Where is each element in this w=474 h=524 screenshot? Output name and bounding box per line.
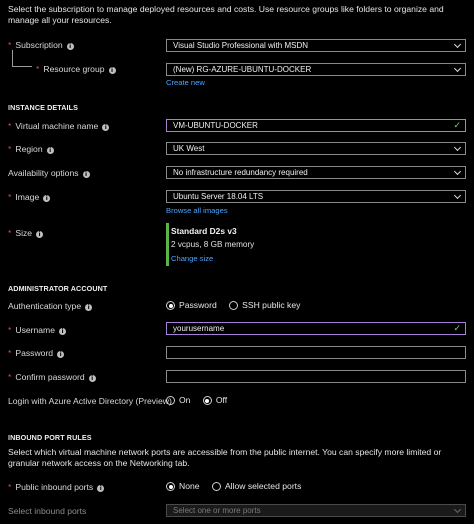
vm-name-input[interactable]: VM-UBUNTU-DOCKER ✓ [166,119,466,132]
chevron-down-icon [453,505,462,514]
info-icon[interactable]: i [82,171,90,178]
radio-selected-icon [202,396,212,405]
subscription-select[interactable]: Visual Studio Professional with MSDN [166,39,466,52]
browse-images-link[interactable]: Browse all images [166,206,228,215]
info-icon[interactable]: i [43,195,51,202]
checkmark-icon: ✓ [453,323,461,333]
subscription-label: * Subscription i [8,40,74,50]
select-ports-label: Select inbound ports [8,506,87,516]
aad-off-option[interactable]: Off [202,395,227,405]
info-icon[interactable]: i [66,43,74,50]
info-icon[interactable]: i [97,485,105,492]
chevron-down-icon [453,64,462,73]
radio-selected-icon [166,482,175,491]
auth-type-radio-group: Password SSH public key [166,300,310,310]
username-label: * Username i [8,325,67,335]
required-marker: * [8,482,12,492]
availability-label: Availability options i [8,168,90,178]
password-input[interactable] [166,346,466,359]
info-icon[interactable]: i [108,67,116,74]
region-select[interactable]: UK West [166,142,466,155]
required-marker: * [8,325,12,335]
required-marker: * [8,192,12,202]
info-icon[interactable]: i [59,328,67,335]
required-marker: * [8,40,12,50]
info-icon[interactable]: i [46,147,54,154]
public-ports-radio-group: None Allow selected ports [166,481,311,491]
inbound-description: Select which virtual machine network por… [8,447,442,468]
tree-connector [12,66,32,67]
auth-ssh-option[interactable]: SSH public key [229,300,300,310]
image-label: * Image i [8,192,51,202]
required-marker: * [8,348,12,358]
size-name: Standard D2s v3 [171,226,237,236]
ports-allow-selected-option[interactable]: Allow selected ports [211,481,301,491]
info-icon[interactable]: i [88,375,96,382]
auth-password-option[interactable]: Password [166,300,217,310]
radio-unselected-icon [211,482,221,491]
radio-unselected-icon [166,396,175,405]
chevron-down-icon [453,191,462,200]
password-label: * Password i [8,348,65,358]
info-icon[interactable]: i [36,231,44,238]
required-marker: * [8,372,12,382]
aad-login-radio-group: On Off [166,395,237,405]
public-ports-label: * Public inbound ports i [8,482,105,492]
availability-select[interactable]: No infrastructure redundancy required [166,166,466,179]
intro-text: Select the subscription to manage deploy… [8,4,444,25]
change-size-link[interactable]: Change size [171,254,213,263]
auth-type-label: Authentication type i [8,301,93,311]
info-icon[interactable]: i [102,124,110,131]
ports-none-option[interactable]: None [166,481,200,491]
tree-connector [12,50,13,66]
radio-unselected-icon [229,301,239,310]
required-marker: * [8,228,12,238]
resource-group-label: * Resource group i [36,64,116,74]
inbound-port-rules-header: INBOUND PORT RULES [8,433,92,442]
info-icon[interactable]: i [57,351,65,358]
checkmark-icon: ✓ [453,120,461,130]
instance-details-header: INSTANCE DETAILS [8,103,79,112]
resource-group-select[interactable]: (New) RG-AZURE-UBUNTU-DOCKER [166,63,466,76]
region-label: * Region i [8,144,54,154]
required-marker: * [8,121,12,131]
required-marker: * [36,64,40,74]
chevron-down-icon [453,167,462,176]
chevron-down-icon [453,40,462,49]
admin-account-header: ADMINISTRATOR ACCOUNT [8,284,108,293]
info-icon[interactable]: i [85,304,93,311]
chevron-down-icon [453,143,462,152]
aad-on-option[interactable]: On [166,395,190,405]
aad-login-label: Login with Azure Active Directory (Previ… [8,396,172,406]
select-ports-select[interactable]: Select one or more ports [166,504,466,517]
size-indicator-bar [166,223,169,266]
radio-selected-icon [166,301,175,310]
confirm-password-label: * Confirm password i [8,372,96,382]
size-detail: 2 vcpus, 8 GB memory [171,240,255,249]
image-select[interactable]: Ubuntu Server 18.04 LTS [166,190,466,203]
create-new-link[interactable]: Create new [166,78,205,87]
size-label: * Size i [8,228,44,238]
confirm-password-input[interactable] [166,370,466,383]
vm-name-label: * Virtual machine name i [8,121,110,131]
required-marker: * [8,144,12,154]
username-input[interactable]: yourusername ✓ [166,322,466,335]
